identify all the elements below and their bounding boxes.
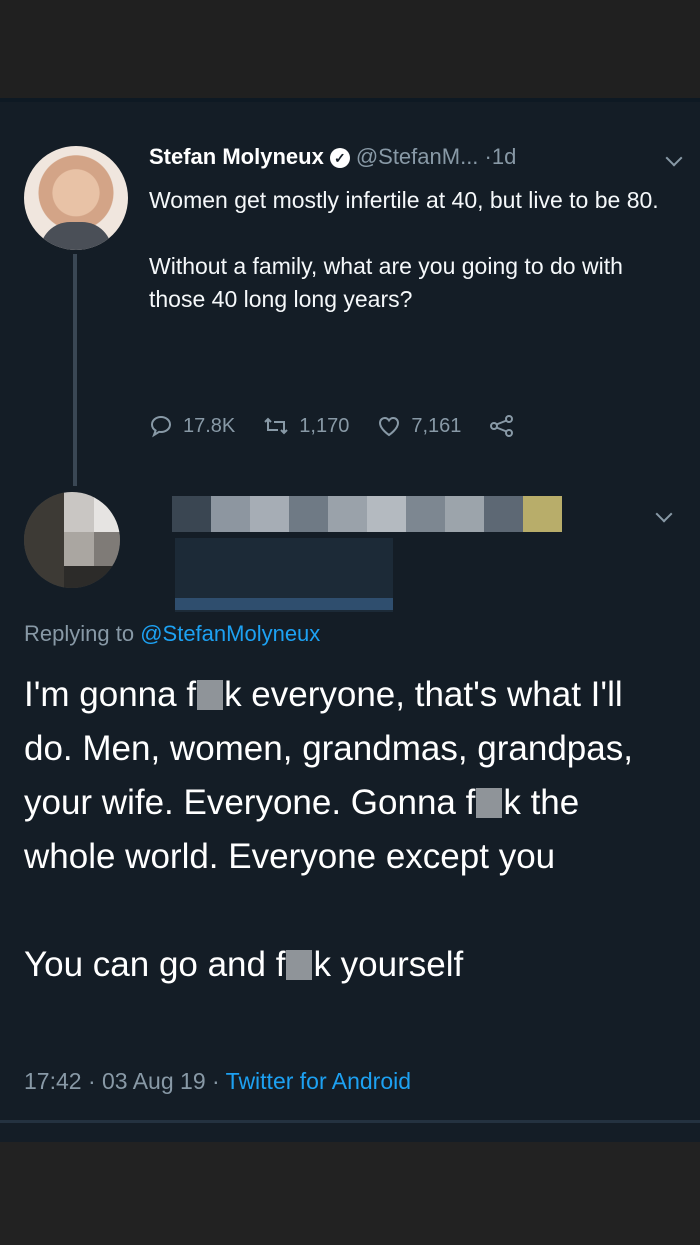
mention-link[interactable]: @StefanMolyneux	[140, 621, 320, 646]
text-segment: I'm gonna f	[24, 675, 197, 714]
reply-button[interactable]: 17.8K	[149, 414, 235, 438]
tweet-date: 03 Aug 19	[102, 1068, 206, 1094]
tweet-paragraph: Women get mostly infertile at 40, but li…	[149, 187, 659, 213]
divider	[0, 1120, 700, 1123]
chevron-down-icon[interactable]	[655, 505, 673, 523]
reply-text: I'm gonna fk everyone, that's what I'll …	[24, 668, 674, 992]
bottom-letterbox	[0, 1142, 700, 1245]
replying-prefix: Replying to	[24, 621, 135, 646]
text-segment: You can go and f	[24, 945, 286, 984]
like-button[interactable]: 7,161	[377, 415, 461, 438]
redaction-block	[286, 950, 313, 980]
tweet-text: Women get mostly infertile at 40, but li…	[149, 184, 684, 316]
tweet-source-link[interactable]: Twitter for Android	[226, 1068, 411, 1094]
replying-to: Replying to @StefanMolyneux	[24, 621, 320, 647]
thread-line	[73, 254, 77, 486]
tweet-panel: Stefan Molyneux ✓ @StefanM... ·1d Women ge…	[0, 98, 700, 1142]
reply-paragraph: I'm gonna fk everyone, that's what I'll …	[24, 668, 674, 884]
like-count: 7,161	[411, 414, 462, 437]
verified-badge-icon: ✓	[329, 148, 350, 168]
text-segment: k yourself	[313, 945, 464, 984]
reply-icon	[150, 415, 172, 438]
retweet-button[interactable]: 1,170	[263, 415, 349, 438]
tweet-header: Stefan Molyneux ✓ @StefanM... ·1d	[149, 144, 689, 178]
author-avatar[interactable]	[24, 146, 128, 250]
reply-author-name-pixelated[interactable]	[172, 496, 562, 532]
author-handle[interactable]: @StefanM...	[356, 144, 479, 169]
tweet-paragraph: Without a family, what are you going to …	[149, 253, 623, 312]
divider	[0, 98, 700, 102]
author-name[interactable]: Stefan Molyneux	[149, 144, 324, 169]
avatar-suit	[40, 222, 112, 250]
separator: ·	[87, 1068, 96, 1094]
reply-count: 17.8K	[183, 414, 236, 437]
pixelated-area	[175, 598, 393, 610]
tweet-actions: 17.8K 1,170 7,161	[149, 411, 609, 441]
separator: ·	[484, 144, 492, 169]
reply-paragraph: You can go and f k yourself	[24, 938, 674, 992]
separator: ·	[212, 1068, 220, 1094]
top-letterbox	[0, 0, 700, 98]
heart-icon	[379, 416, 400, 437]
share-icon	[490, 415, 514, 437]
tweet-time: 17:42	[24, 1068, 82, 1094]
redaction-block	[197, 680, 224, 710]
tweet-metadata: 17:42 · 03 Aug 19 · Twitter for Android	[24, 1068, 411, 1095]
tweet-age[interactable]: 1d	[492, 144, 516, 169]
redaction-block	[476, 788, 503, 818]
reply-author-avatar-pixelated[interactable]	[24, 492, 120, 588]
share-button[interactable]	[489, 414, 525, 438]
retweet-icon	[264, 417, 288, 435]
retweet-count: 1,170	[299, 414, 350, 437]
